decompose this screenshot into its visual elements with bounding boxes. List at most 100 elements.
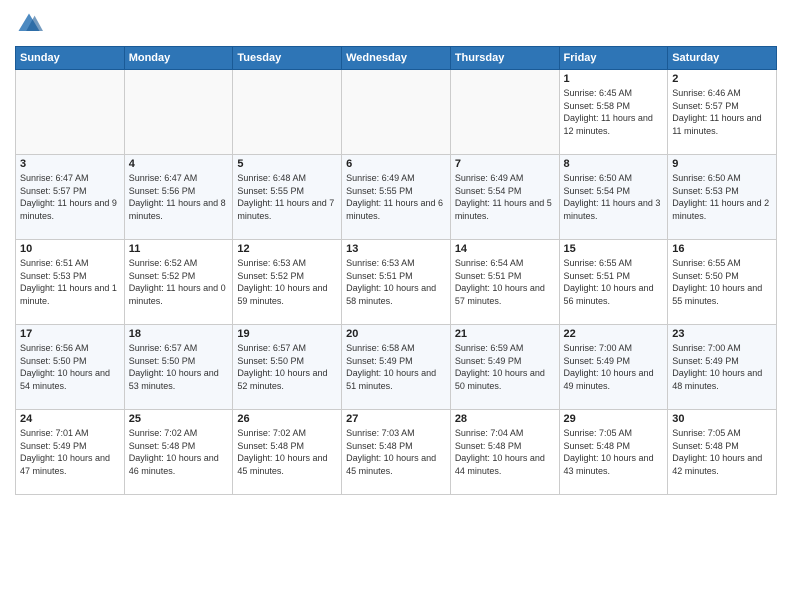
calendar-cell (450, 70, 559, 155)
day-number: 18 (129, 328, 229, 340)
calendar-cell: 8 Sunrise: 6:50 AM Sunset: 5:54 PM Daylig… (559, 155, 668, 240)
weekday-header-thursday: Thursday (450, 47, 559, 70)
calendar-cell: 9 Sunrise: 6:50 AM Sunset: 5:53 PM Daylig… (668, 155, 777, 240)
calendar-cell: 13 Sunrise: 6:53 AM Sunset: 5:51 PM Dayli… (342, 240, 451, 325)
calendar-cell: 16 Sunrise: 6:55 AM Sunset: 5:50 PM Dayli… (668, 240, 777, 325)
day-number: 14 (455, 243, 555, 255)
day-number: 6 (346, 158, 446, 170)
day-info: Sunrise: 6:58 AM Sunset: 5:49 PM Dayligh… (346, 342, 446, 392)
day-number: 4 (129, 158, 229, 170)
calendar-cell: 27 Sunrise: 7:03 AM Sunset: 5:48 PM Dayli… (342, 410, 451, 495)
calendar-cell: 2 Sunrise: 6:46 AM Sunset: 5:57 PM Daylig… (668, 70, 777, 155)
calendar-cell: 1 Sunrise: 6:45 AM Sunset: 5:58 PM Daylig… (559, 70, 668, 155)
calendar-cell: 29Sunrise: 7:05 AM Sunset: 5:48 PM Dayli… (559, 410, 668, 495)
calendar-cell: 11 Sunrise: 6:52 AM Sunset: 5:52 PM Dayli… (124, 240, 233, 325)
calendar-cell (342, 70, 451, 155)
day-info: Sunrise: 7:00 AM Sunset: 5:49 PM Dayligh… (672, 342, 772, 392)
calendar-cell: 28Sunrise: 7:04 AM Sunset: 5:48 PM Dayli… (450, 410, 559, 495)
day-number: 1 (564, 73, 664, 85)
day-number: 27 (346, 413, 446, 425)
day-info: Sunrise: 7:02 AM Sunset: 5:48 PM Dayligh… (129, 427, 229, 477)
day-number: 24 (20, 413, 120, 425)
calendar-header: SundayMondayTuesdayWednesdayThursdayFrid… (16, 47, 777, 70)
weekday-header-row: SundayMondayTuesdayWednesdayThursdayFrid… (16, 47, 777, 70)
day-info: Sunrise: 6:48 AM Sunset: 5:55 PM Dayligh… (237, 172, 337, 222)
day-info: Sunrise: 6:55 AM Sunset: 5:51 PM Dayligh… (564, 257, 664, 307)
day-number: 19 (237, 328, 337, 340)
calendar-cell: 15 Sunrise: 6:55 AM Sunset: 5:51 PM Dayli… (559, 240, 668, 325)
calendar-cell: 17 Sunrise: 6:56 AM Sunset: 5:50 PM Dayli… (16, 325, 125, 410)
calendar-body: 1 Sunrise: 6:45 AM Sunset: 5:58 PM Daylig… (16, 70, 777, 495)
day-info: Sunrise: 6:53 AM Sunset: 5:51 PM Dayligh… (346, 257, 446, 307)
day-info: Sunrise: 6:47 AM Sunset: 5:56 PM Dayligh… (129, 172, 229, 222)
day-number: 30 (672, 413, 772, 425)
calendar-week-5: 24 Sunrise: 7:01 AM Sunset: 5:49 PM Dayli… (16, 410, 777, 495)
day-info: Sunrise: 6:57 AM Sunset: 5:50 PM Dayligh… (129, 342, 229, 392)
weekday-header-tuesday: Tuesday (233, 47, 342, 70)
calendar-cell: 7 Sunrise: 6:49 AM Sunset: 5:54 PM Daylig… (450, 155, 559, 240)
weekday-header-wednesday: Wednesday (342, 47, 451, 70)
calendar-cell: 23 Sunrise: 7:00 AM Sunset: 5:49 PM Dayli… (668, 325, 777, 410)
day-number: 25 (129, 413, 229, 425)
day-number: 5 (237, 158, 337, 170)
day-info: Sunrise: 7:00 AM Sunset: 5:49 PM Dayligh… (564, 342, 664, 392)
calendar-cell: 21Sunrise: 6:59 AM Sunset: 5:49 PM Dayli… (450, 325, 559, 410)
day-info: Sunrise: 6:51 AM Sunset: 5:53 PM Dayligh… (20, 257, 120, 307)
day-number: 17 (20, 328, 120, 340)
day-info: Sunrise: 6:49 AM Sunset: 5:54 PM Dayligh… (455, 172, 555, 222)
calendar-cell: 5 Sunrise: 6:48 AM Sunset: 5:55 PM Daylig… (233, 155, 342, 240)
calendar-week-3: 10Sunrise: 6:51 AM Sunset: 5:53 PM Dayli… (16, 240, 777, 325)
day-number: 15 (564, 243, 664, 255)
weekday-header-friday: Friday (559, 47, 668, 70)
day-number: 11 (129, 243, 229, 255)
calendar-cell: 14 Sunrise: 6:54 AM Sunset: 5:51 PM Dayli… (450, 240, 559, 325)
day-number: 29 (564, 413, 664, 425)
calendar-week-4: 17 Sunrise: 6:56 AM Sunset: 5:50 PM Dayli… (16, 325, 777, 410)
calendar-cell: 10Sunrise: 6:51 AM Sunset: 5:53 PM Dayli… (16, 240, 125, 325)
calendar-week-1: 1 Sunrise: 6:45 AM Sunset: 5:58 PM Daylig… (16, 70, 777, 155)
calendar-week-2: 3Sunrise: 6:47 AM Sunset: 5:57 PM Daylig… (16, 155, 777, 240)
calendar-cell (124, 70, 233, 155)
day-info: Sunrise: 6:57 AM Sunset: 5:50 PM Dayligh… (237, 342, 337, 392)
header (15, 10, 777, 38)
day-info: Sunrise: 6:53 AM Sunset: 5:52 PM Dayligh… (237, 257, 337, 307)
day-info: Sunrise: 6:54 AM Sunset: 5:51 PM Dayligh… (455, 257, 555, 307)
day-info: Sunrise: 6:56 AM Sunset: 5:50 PM Dayligh… (20, 342, 120, 392)
day-info: Sunrise: 6:50 AM Sunset: 5:53 PM Dayligh… (672, 172, 772, 222)
calendar-cell: 20 Sunrise: 6:58 AM Sunset: 5:49 PM Dayli… (342, 325, 451, 410)
day-number: 23 (672, 328, 772, 340)
calendar-table: SundayMondayTuesdayWednesdayThursdayFrid… (15, 46, 777, 495)
day-number: 7 (455, 158, 555, 170)
calendar-cell: 12 Sunrise: 6:53 AM Sunset: 5:52 PM Dayli… (233, 240, 342, 325)
day-number: 20 (346, 328, 446, 340)
day-number: 22 (564, 328, 664, 340)
calendar-cell: 3Sunrise: 6:47 AM Sunset: 5:57 PM Daylig… (16, 155, 125, 240)
calendar-cell: 24 Sunrise: 7:01 AM Sunset: 5:49 PM Dayli… (16, 410, 125, 495)
day-info: Sunrise: 6:52 AM Sunset: 5:52 PM Dayligh… (129, 257, 229, 307)
weekday-header-monday: Monday (124, 47, 233, 70)
day-number: 16 (672, 243, 772, 255)
day-number: 2 (672, 73, 772, 85)
day-info: Sunrise: 6:50 AM Sunset: 5:54 PM Dayligh… (564, 172, 664, 222)
weekday-header-sunday: Sunday (16, 47, 125, 70)
calendar-cell: 4 Sunrise: 6:47 AM Sunset: 5:56 PM Daylig… (124, 155, 233, 240)
day-number: 26 (237, 413, 337, 425)
day-number: 9 (672, 158, 772, 170)
day-info: Sunrise: 6:45 AM Sunset: 5:58 PM Dayligh… (564, 87, 664, 137)
logo (15, 10, 47, 38)
day-info: Sunrise: 7:01 AM Sunset: 5:49 PM Dayligh… (20, 427, 120, 477)
day-number: 13 (346, 243, 446, 255)
day-info: Sunrise: 7:04 AM Sunset: 5:48 PM Dayligh… (455, 427, 555, 477)
day-info: Sunrise: 6:46 AM Sunset: 5:57 PM Dayligh… (672, 87, 772, 137)
day-number: 12 (237, 243, 337, 255)
day-info: Sunrise: 6:49 AM Sunset: 5:55 PM Dayligh… (346, 172, 446, 222)
day-info: Sunrise: 7:03 AM Sunset: 5:48 PM Dayligh… (346, 427, 446, 477)
calendar-cell: 19 Sunrise: 6:57 AM Sunset: 5:50 PM Dayli… (233, 325, 342, 410)
day-info: Sunrise: 7:05 AM Sunset: 5:48 PM Dayligh… (672, 427, 772, 477)
day-info: Sunrise: 6:55 AM Sunset: 5:50 PM Dayligh… (672, 257, 772, 307)
day-number: 3 (20, 158, 120, 170)
calendar-cell (16, 70, 125, 155)
calendar-cell: 6 Sunrise: 6:49 AM Sunset: 5:55 PM Daylig… (342, 155, 451, 240)
day-number: 8 (564, 158, 664, 170)
calendar-cell: 18 Sunrise: 6:57 AM Sunset: 5:50 PM Dayli… (124, 325, 233, 410)
